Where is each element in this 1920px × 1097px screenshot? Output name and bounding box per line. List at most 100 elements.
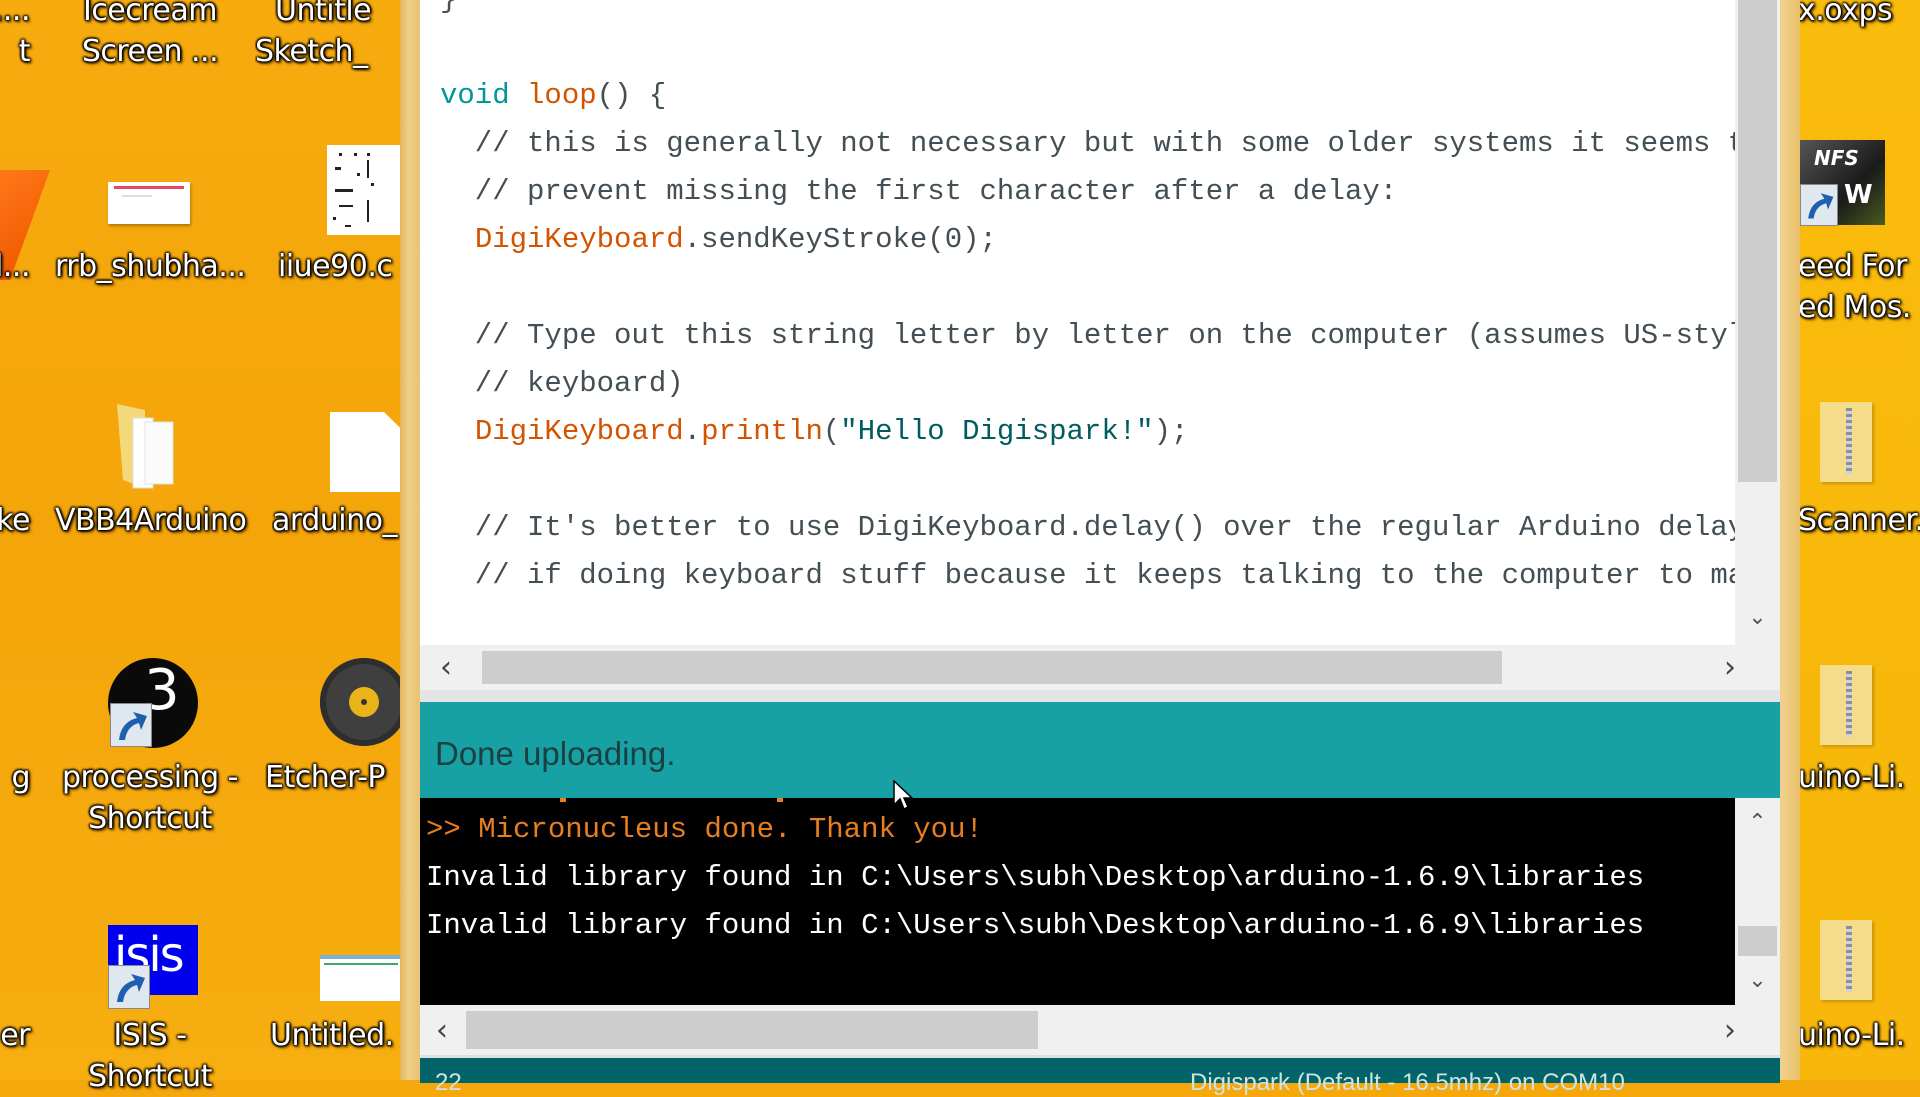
desktop-icon-rrb-shubha[interactable]: rrb_shubha... [55, 246, 246, 287]
code-token: loop [527, 79, 597, 112]
desktop-icon-partial[interactable]: l... [0, 246, 31, 287]
desktop-icon-untitled[interactable]: Untitled. [270, 1015, 410, 1056]
desktop-icon-iiue90[interactable]: iiue90.c [278, 246, 408, 287]
processing-icon[interactable]: 3 [108, 658, 198, 748]
console-vertical-scroll-thumb[interactable] [1738, 926, 1777, 956]
desktop-icon-oxps[interactable]: x.oxps [1798, 0, 1920, 31]
desktop-icon-partial[interactable]: ke [0, 500, 31, 541]
code-line[interactable]: } [440, 0, 457, 20]
console-horizontal-scroll-thumb[interactable] [466, 1011, 1038, 1049]
shortcut-arrow-icon [110, 703, 152, 747]
code-token: // keyboard) [440, 367, 684, 400]
editor-vertical-scrollbar[interactable]: ⌄ [1735, 0, 1780, 645]
code-line[interactable]: void loop() { [440, 76, 666, 116]
code-line[interactable]: // It's better to use DigiKeyboard.delay… [440, 508, 1735, 548]
code-token: // Type out this string letter by letter… [440, 319, 1735, 352]
code-token: () { [596, 79, 667, 112]
icon-label: Scanner. [1798, 503, 1920, 538]
desktop-icon-vbb4arduino[interactable]: VBB4Arduino [55, 500, 247, 541]
desktop-icon-untitled-sketch[interactable]: Untitle Sketch_ [255, 0, 415, 72]
icon-label: er [0, 1018, 30, 1053]
desktop-icon-isis-shortcut[interactable]: ISIS - Shortcut [55, 1015, 245, 1097]
console-line: >> Micronucleus done. Thank you! [426, 813, 983, 846]
desktop-icon-arduino-lib-2[interactable]: uino-Li. [1798, 1015, 1920, 1056]
desktop-icon-partial-top-left[interactable]: .... t [0, 0, 31, 72]
editor-horizontal-scrollbar[interactable]: ‹ › [420, 645, 1780, 690]
nfs-game-icon[interactable]: NFS W [1800, 140, 1885, 226]
zip-folder-icon[interactable] [1820, 402, 1872, 482]
code-editor[interactable]: } void loop() { // this is generally not … [420, 0, 1735, 645]
icon-label: eed For [1798, 249, 1907, 284]
code-line[interactable]: DigiKeyboard.println("Hello Digispark!")… [440, 412, 1189, 452]
folder-icon[interactable] [115, 402, 177, 490]
code-token: } [440, 0, 457, 16]
disc-icon[interactable] [320, 658, 408, 746]
desktop-icon-need-for-speed[interactable]: eed For ed Mos. [1798, 246, 1920, 328]
icon-label: t [18, 34, 31, 69]
code-line[interactable]: // prevent missing the first character a… [440, 172, 1397, 212]
icon-label: uino-Li. [1798, 760, 1905, 795]
file-icon[interactable] [330, 412, 402, 492]
editor-vertical-scroll-thumb[interactable] [1738, 0, 1777, 482]
image-icon[interactable] [327, 145, 402, 235]
zip-folder-icon[interactable] [1820, 920, 1872, 1000]
scroll-right-icon[interactable]: › [1710, 1005, 1750, 1055]
document-icon[interactable] [108, 182, 190, 224]
console-vertical-scrollbar[interactable]: ⌃ ⌄ [1735, 798, 1780, 1005]
desktop-icon-arduino[interactable]: arduino_ [272, 500, 412, 541]
scroll-up-icon[interactable]: ⌃ [1745, 810, 1770, 835]
footer-bar: 22 Digispark (Default - 16.5mhz) on COM1… [420, 1055, 1780, 1095]
zip-folder-icon[interactable] [1820, 665, 1872, 745]
desktop-icon-scanner[interactable]: Scanner. [1798, 500, 1920, 541]
icon-label: ISIS - [113, 1018, 187, 1053]
code-token: // It's better to use DigiKeyboard.delay… [440, 511, 1735, 544]
desktop-icon-etcher[interactable]: Etcher-P [265, 757, 405, 798]
icon-label: Untitle [275, 0, 372, 28]
code-token: // if doing keyboard stuff because it ke… [440, 559, 1735, 592]
icon-label: uino-Li. [1798, 1018, 1905, 1053]
desktop-icon-arduino-lib-1[interactable]: uino-Li. [1798, 757, 1920, 798]
scroll-right-icon[interactable]: › [1710, 645, 1750, 690]
icon-label: iiue90.c [278, 249, 393, 284]
icon-label: Untitled. [270, 1018, 394, 1053]
line-number: 22 [435, 1069, 462, 1096]
status-message: Done uploading. [435, 735, 676, 772]
icon-label: VBB4Arduino [55, 503, 247, 538]
icon-label: .... [0, 0, 31, 28]
desktop-icon-processing-shortcut[interactable]: processing - Shortcut [55, 757, 245, 839]
scroll-down-icon[interactable]: ⌄ [1745, 605, 1770, 630]
window-image-icon[interactable] [320, 955, 402, 1001]
desktop-icon-partial[interactable]: er [0, 1015, 30, 1056]
code-token: ); [1153, 415, 1189, 448]
code-line[interactable]: // Type out this string letter by letter… [440, 316, 1735, 356]
scroll-left-icon[interactable]: ‹ [422, 1005, 462, 1055]
code-token: void [440, 79, 510, 112]
code-line[interactable]: DigiKeyboard.sendKeyStroke(0); [440, 220, 997, 260]
code-line[interactable]: // keyboard) [440, 364, 684, 404]
icon-label: Shortcut [88, 1059, 212, 1094]
editor-horizontal-scroll-thumb[interactable] [482, 651, 1502, 684]
code-line[interactable]: // this is generally not necessary but w… [440, 124, 1735, 164]
icon-label: ed Mos. [1798, 290, 1911, 325]
shortcut-arrow-icon [108, 965, 150, 1009]
icon-label: l... [0, 249, 31, 284]
desktop-icon-partial[interactable]: g [0, 757, 30, 798]
icon-label: Etcher-P [265, 760, 386, 795]
window-frame-left [400, 0, 420, 1080]
code-token: .sendKeyStroke(0); [683, 223, 997, 256]
desktop-right: x.oxps NFS W eed For ed Mos. Scanner. ui… [1798, 0, 1920, 1080]
window-frame-right [1780, 0, 1800, 1080]
console-horizontal-scrollbar[interactable]: ‹ › [420, 1005, 1780, 1055]
status-bar: Done uploading. [420, 702, 1780, 798]
desktop-icon-icecream[interactable]: Icecream Screen ... [55, 0, 245, 72]
board-port-info: Digispark (Default - 16.5mhz) on COM10 [1190, 1069, 1625, 1096]
scroll-left-icon[interactable]: ‹ [426, 645, 466, 690]
code-line[interactable]: // if doing keyboard stuff because it ke… [440, 556, 1735, 596]
output-console[interactable]: >> Micronucleus done. Thank you! Invalid … [420, 798, 1735, 1005]
isis-icon[interactable]: isis [108, 925, 198, 1009]
icon-label: Sketch_ [255, 34, 368, 69]
desktop-left: .... t Icecream Screen ... Untitle Sketc… [0, 0, 408, 1094]
scroll-down-icon[interactable]: ⌄ [1745, 968, 1770, 993]
